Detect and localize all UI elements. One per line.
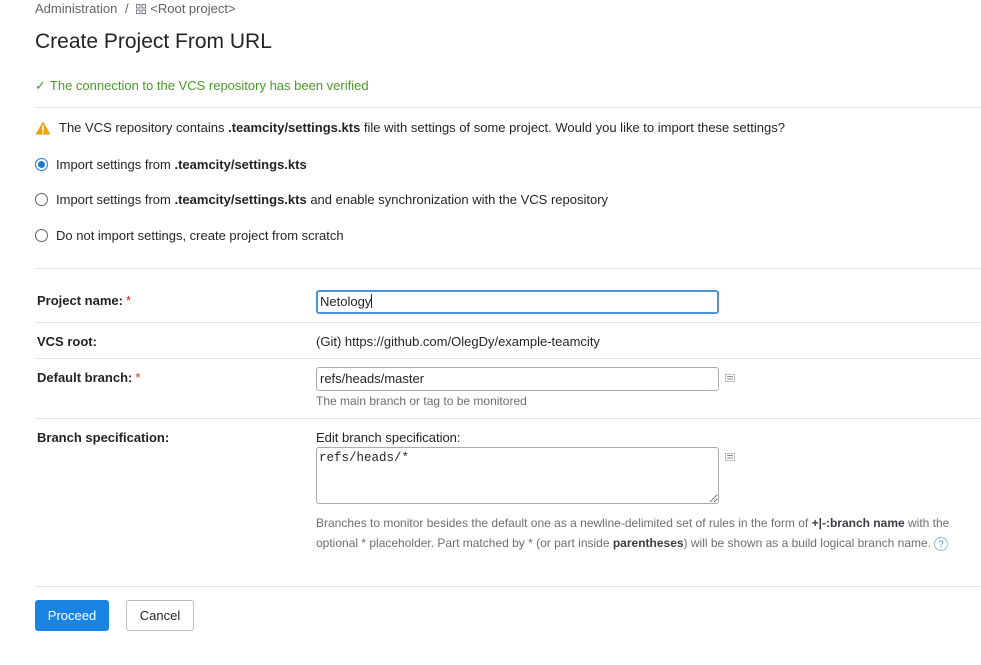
- import-option-prefix: Import settings from: [56, 157, 175, 172]
- default-branch-value: refs/heads/master: [320, 371, 425, 386]
- divider: [35, 268, 981, 269]
- import-option-sync[interactable]: Import settings from .teamcity/settings.…: [35, 192, 608, 207]
- list-icon[interactable]: [725, 374, 735, 382]
- branch-spec-note-part: Branches to monitor besides the default …: [316, 516, 812, 530]
- import-option-import[interactable]: Import settings from .teamcity/settings.…: [35, 157, 307, 172]
- warning-icon: [35, 121, 51, 134]
- connection-verified-message: ✓ The connection to the VCS repository ha…: [35, 78, 369, 94]
- warning-file: .teamcity/settings.kts: [228, 120, 361, 135]
- default-branch-label-text: Default branch:: [37, 370, 133, 385]
- breadcrumb-separator: /: [125, 1, 129, 16]
- vcs-root-value: (Git) https://github.com/OlegDy/example-…: [316, 334, 600, 349]
- breadcrumb-root-project-label: <Root project>: [150, 1, 236, 16]
- import-option-scratch[interactable]: Do not import settings, create project f…: [35, 228, 344, 243]
- branch-spec-note-bold: parentheses: [612, 536, 684, 550]
- page-title: Create Project From URL: [35, 30, 272, 53]
- sync-option-prefix: Import settings from: [56, 192, 175, 207]
- sync-option-suffix: and enable synchronization with the VCS …: [306, 192, 609, 207]
- divider: [35, 107, 981, 108]
- project-name-value: Netology: [320, 294, 372, 309]
- required-marker: *: [125, 293, 132, 308]
- branch-spec-textarea[interactable]: refs/heads/*: [316, 447, 719, 504]
- default-branch-label: Default branch: *: [37, 370, 140, 385]
- default-branch-note: The main branch or tag to be monitored: [316, 394, 527, 408]
- warning-prefix: The VCS repository contains: [59, 120, 229, 135]
- list-icon[interactable]: [725, 453, 735, 461]
- connection-verified-text: The connection to the VCS repository has…: [49, 78, 369, 93]
- import-option-file: .teamcity/settings.kts: [174, 157, 307, 172]
- import-sync-radio[interactable]: [35, 193, 48, 206]
- breadcrumb-root-project-link[interactable]: <Root project>: [136, 1, 236, 16]
- breadcrumb-administration-link[interactable]: Administration: [35, 1, 117, 16]
- warning-suffix: file with settings of some project. Woul…: [360, 120, 785, 135]
- project-name-label-text: Project name:: [37, 293, 123, 308]
- divider: [35, 358, 981, 359]
- settings-import-warning: The VCS repository contains .teamcity/se…: [35, 120, 785, 135]
- branch-spec-label: Branch specification:: [37, 430, 170, 445]
- cancel-button[interactable]: Cancel: [126, 600, 194, 631]
- divider: [35, 418, 981, 419]
- proceed-button[interactable]: Proceed: [35, 600, 109, 631]
- project-name-label: Project name: *: [37, 293, 131, 308]
- project-name-input[interactable]: Netology: [316, 290, 719, 314]
- required-marker: *: [135, 370, 141, 385]
- help-icon[interactable]: ?: [934, 536, 949, 551]
- grid-icon: [136, 4, 147, 14]
- sync-option-file: .teamcity/settings.kts: [174, 192, 307, 207]
- branch-spec-note: Branches to monitor besides the default …: [316, 513, 956, 553]
- divider: [35, 322, 981, 323]
- branch-spec-note-part: ) will be shown as a build logical branc…: [683, 536, 932, 550]
- import-radio[interactable]: [35, 158, 48, 171]
- checkmark-icon: ✓: [35, 78, 46, 93]
- breadcrumb: Administration / <Root project>: [35, 1, 236, 16]
- vcs-root-label: VCS root:: [37, 334, 97, 349]
- branch-spec-note-bold: +|-:branch name: [811, 516, 905, 530]
- divider: [35, 586, 981, 587]
- scratch-radio[interactable]: [35, 229, 48, 242]
- scratch-option-label: Do not import settings, create project f…: [56, 228, 344, 243]
- branch-spec-edit-label: Edit branch specification:: [316, 430, 461, 445]
- text-cursor: [371, 294, 373, 308]
- default-branch-input[interactable]: refs/heads/master: [316, 367, 719, 391]
